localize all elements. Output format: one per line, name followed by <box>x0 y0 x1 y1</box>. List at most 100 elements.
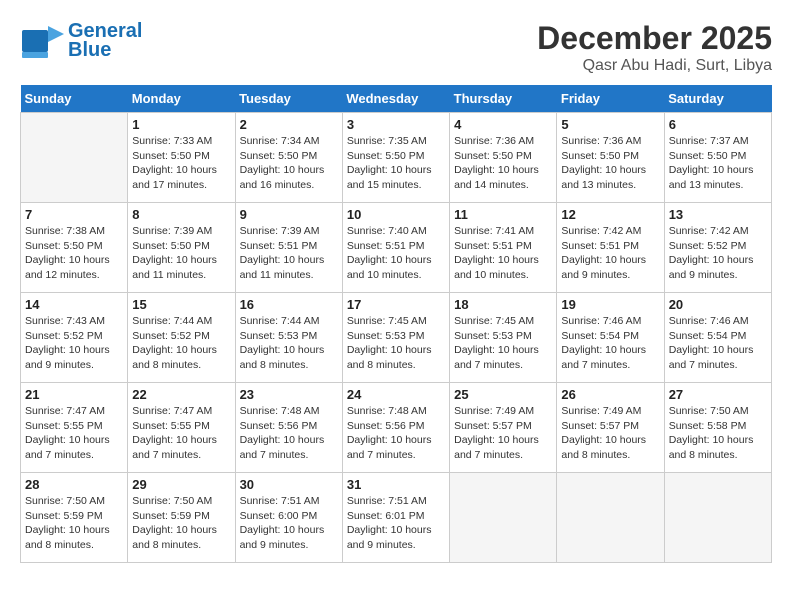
day-number: 1 <box>132 117 230 132</box>
day-number: 10 <box>347 207 445 222</box>
calendar-cell <box>21 113 128 203</box>
day-info: Sunrise: 7:48 AMSunset: 5:56 PMDaylight:… <box>347 404 445 463</box>
calendar-table: SundayMondayTuesdayWednesdayThursdayFrid… <box>20 85 772 563</box>
day-number: 19 <box>561 297 659 312</box>
col-header-wednesday: Wednesday <box>342 85 449 113</box>
day-number: 31 <box>347 477 445 492</box>
calendar-cell: 23 Sunrise: 7:48 AMSunset: 5:56 PMDayligh… <box>235 383 342 473</box>
day-info: Sunrise: 7:50 AMSunset: 5:59 PMDaylight:… <box>132 494 230 553</box>
day-number: 2 <box>240 117 338 132</box>
day-number: 22 <box>132 387 230 402</box>
calendar-cell: 7Sunrise: 7:38 AMSunset: 5:50 PMDaylight… <box>21 203 128 293</box>
week-row-4: 21Sunrise: 7:47 AMSunset: 5:55 PMDayligh… <box>21 383 772 473</box>
day-number: 17 <box>347 297 445 312</box>
day-number: 3 <box>347 117 445 132</box>
calendar-cell: 9 Sunrise: 7:39 AMSunset: 5:51 PMDaylight… <box>235 203 342 293</box>
day-number: 6 <box>669 117 767 132</box>
day-number: 20 <box>669 297 767 312</box>
day-info: Sunrise: 7:51 AMSunset: 6:01 PMDaylight:… <box>347 494 445 553</box>
calendar-cell: 2 Sunrise: 7:34 AMSunset: 5:50 PMDaylight… <box>235 113 342 203</box>
day-info: Sunrise: 7:42 AMSunset: 5:52 PMDaylight:… <box>669 224 767 283</box>
day-number: 7 <box>25 207 123 222</box>
day-info: Sunrise: 7:47 AMSunset: 5:55 PMDaylight:… <box>132 404 230 463</box>
subtitle: Qasr Abu Hadi, Surt, Libya <box>537 57 772 75</box>
day-number: 23 <box>240 387 338 402</box>
col-header-monday: Monday <box>128 85 235 113</box>
day-info: Sunrise: 7:50 AMSunset: 5:59 PMDaylight:… <box>25 494 123 553</box>
day-number: 28 <box>25 477 123 492</box>
week-row-3: 14 Sunrise: 7:43 AMSunset: 5:52 PMDayligh… <box>21 293 772 383</box>
calendar-cell: 19 Sunrise: 7:46 AMSunset: 5:54 PMDayligh… <box>557 293 664 383</box>
col-header-saturday: Saturday <box>664 85 771 113</box>
day-info: Sunrise: 7:41 AMSunset: 5:51 PMDaylight:… <box>454 224 552 283</box>
day-number: 30 <box>240 477 338 492</box>
day-info: Sunrise: 7:48 AMSunset: 5:56 PMDaylight:… <box>240 404 338 463</box>
calendar-cell: 15Sunrise: 7:44 AMSunset: 5:52 PMDayligh… <box>128 293 235 383</box>
day-info: Sunrise: 7:40 AMSunset: 5:51 PMDaylight:… <box>347 224 445 283</box>
day-info: Sunrise: 7:33 AMSunset: 5:50 PMDaylight:… <box>132 134 230 193</box>
calendar-cell: 17 Sunrise: 7:45 AMSunset: 5:53 PMDayligh… <box>342 293 449 383</box>
calendar-cell: 31 Sunrise: 7:51 AMSunset: 6:01 PMDayligh… <box>342 473 449 563</box>
calendar-cell: 4 Sunrise: 7:36 AMSunset: 5:50 PMDaylight… <box>450 113 557 203</box>
calendar-cell: 28 Sunrise: 7:50 AMSunset: 5:59 PMDayligh… <box>21 473 128 563</box>
calendar-cell: 3Sunrise: 7:35 AMSunset: 5:50 PMDaylight… <box>342 113 449 203</box>
day-info: Sunrise: 7:34 AMSunset: 5:50 PMDaylight:… <box>240 134 338 193</box>
day-info: Sunrise: 7:45 AMSunset: 5:53 PMDaylight:… <box>454 314 552 373</box>
calendar-cell: 26Sunrise: 7:49 AMSunset: 5:57 PMDayligh… <box>557 383 664 473</box>
day-number: 25 <box>454 387 552 402</box>
day-number: 24 <box>347 387 445 402</box>
day-info: Sunrise: 7:47 AMSunset: 5:55 PMDaylight:… <box>25 404 123 463</box>
calendar-cell: 8 Sunrise: 7:39 AMSunset: 5:50 PMDaylight… <box>128 203 235 293</box>
logo: General Blue <box>20 20 142 62</box>
calendar-cell: 20 Sunrise: 7:46 AMSunset: 5:54 PMDayligh… <box>664 293 771 383</box>
col-header-friday: Friday <box>557 85 664 113</box>
calendar-cell: 24 Sunrise: 7:48 AMSunset: 5:56 PMDayligh… <box>342 383 449 473</box>
day-info: Sunrise: 7:44 AMSunset: 5:53 PMDaylight:… <box>240 314 338 373</box>
calendar-cell: 25 Sunrise: 7:49 AMSunset: 5:57 PMDayligh… <box>450 383 557 473</box>
day-number: 4 <box>454 117 552 132</box>
week-row-5: 28 Sunrise: 7:50 AMSunset: 5:59 PMDayligh… <box>21 473 772 563</box>
calendar-cell: 22 Sunrise: 7:47 AMSunset: 5:55 PMDayligh… <box>128 383 235 473</box>
day-info: Sunrise: 7:50 AMSunset: 5:58 PMDaylight:… <box>669 404 767 463</box>
day-info: Sunrise: 7:46 AMSunset: 5:54 PMDaylight:… <box>669 314 767 373</box>
day-number: 15 <box>132 297 230 312</box>
day-info: Sunrise: 7:37 AMSunset: 5:50 PMDaylight:… <box>669 134 767 193</box>
day-info: Sunrise: 7:39 AMSunset: 5:50 PMDaylight:… <box>132 224 230 283</box>
calendar-cell: 14 Sunrise: 7:43 AMSunset: 5:52 PMDayligh… <box>21 293 128 383</box>
day-info: Sunrise: 7:43 AMSunset: 5:52 PMDaylight:… <box>25 314 123 373</box>
day-number: 14 <box>25 297 123 312</box>
day-info: Sunrise: 7:36 AMSunset: 5:50 PMDaylight:… <box>561 134 659 193</box>
col-header-thursday: Thursday <box>450 85 557 113</box>
calendar-header-row: SundayMondayTuesdayWednesdayThursdayFrid… <box>21 85 772 113</box>
day-number: 16 <box>240 297 338 312</box>
calendar-cell: 16 Sunrise: 7:44 AMSunset: 5:53 PMDayligh… <box>235 293 342 383</box>
day-info: Sunrise: 7:42 AMSunset: 5:51 PMDaylight:… <box>561 224 659 283</box>
day-number: 13 <box>669 207 767 222</box>
calendar-cell: 10 Sunrise: 7:40 AMSunset: 5:51 PMDayligh… <box>342 203 449 293</box>
calendar-cell: 1 Sunrise: 7:33 AMSunset: 5:50 PMDaylight… <box>128 113 235 203</box>
col-header-tuesday: Tuesday <box>235 85 342 113</box>
day-number: 9 <box>240 207 338 222</box>
calendar-cell: 5 Sunrise: 7:36 AMSunset: 5:50 PMDaylight… <box>557 113 664 203</box>
col-header-sunday: Sunday <box>21 85 128 113</box>
day-number: 8 <box>132 207 230 222</box>
week-row-1: 1 Sunrise: 7:33 AMSunset: 5:50 PMDaylight… <box>21 113 772 203</box>
calendar-cell: 13 Sunrise: 7:42 AMSunset: 5:52 PMDayligh… <box>664 203 771 293</box>
day-number: 26 <box>561 387 659 402</box>
day-info: Sunrise: 7:46 AMSunset: 5:54 PMDaylight:… <box>561 314 659 373</box>
calendar-cell: 30Sunrise: 7:51 AMSunset: 6:00 PMDayligh… <box>235 473 342 563</box>
calendar-cell: 11Sunrise: 7:41 AMSunset: 5:51 PMDayligh… <box>450 203 557 293</box>
calendar-cell: 29Sunrise: 7:50 AMSunset: 5:59 PMDayligh… <box>128 473 235 563</box>
week-row-2: 7Sunrise: 7:38 AMSunset: 5:50 PMDaylight… <box>21 203 772 293</box>
day-info: Sunrise: 7:36 AMSunset: 5:50 PMDaylight:… <box>454 134 552 193</box>
calendar-cell <box>450 473 557 563</box>
calendar-cell: 6 Sunrise: 7:37 AMSunset: 5:50 PMDaylight… <box>664 113 771 203</box>
day-number: 5 <box>561 117 659 132</box>
day-info: Sunrise: 7:39 AMSunset: 5:51 PMDaylight:… <box>240 224 338 283</box>
day-info: Sunrise: 7:49 AMSunset: 5:57 PMDaylight:… <box>454 404 552 463</box>
day-number: 27 <box>669 387 767 402</box>
logo-icon <box>20 22 64 60</box>
day-number: 18 <box>454 297 552 312</box>
day-info: Sunrise: 7:45 AMSunset: 5:53 PMDaylight:… <box>347 314 445 373</box>
page-header: General Blue December 2025 Qasr Abu Hadi… <box>20 20 772 75</box>
